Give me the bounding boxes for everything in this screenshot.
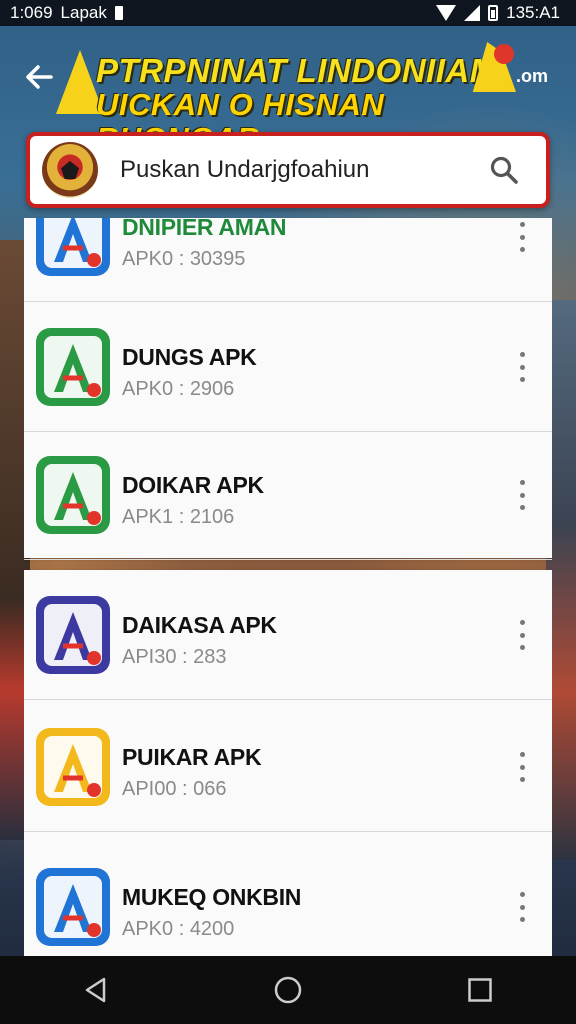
more-vert-icon [519, 904, 525, 910]
more-vert-icon [519, 222, 525, 227]
more-vert-icon [519, 777, 525, 782]
app-icon [36, 218, 110, 276]
notification-icon [114, 6, 123, 20]
battery-icon [488, 5, 499, 21]
app-name: DUNGS APK [122, 344, 257, 370]
app-name: DOIKAR APK [122, 472, 264, 498]
more-vert-icon [519, 492, 525, 498]
status-bar: 1:069 Lapak 135:A1 [0, 0, 576, 26]
app-version: APK0 : 30395 [122, 248, 246, 270]
brand-suffix: .om [516, 66, 549, 86]
app-version: APK0 : 2906 [122, 378, 235, 400]
more-vert-icon [519, 377, 525, 382]
app-name: DNIPIER AMAN [122, 218, 287, 240]
search-bar [26, 132, 550, 208]
app-version: API30 : 283 [122, 646, 227, 668]
app-version: APK0 : 4200 [122, 918, 235, 940]
search-icon [490, 156, 518, 184]
emblem-logo [42, 142, 98, 198]
banner-title-line1: PTRPNINAT LINDONIIAM [96, 52, 498, 89]
more-vert-icon [519, 632, 525, 638]
more-options-button[interactable] [512, 222, 532, 252]
signal-icon [464, 5, 481, 21]
search-input[interactable] [118, 155, 484, 185]
app-name: MUKEQ ONKBIN [122, 884, 302, 910]
circle-home-icon [274, 976, 302, 1004]
app-list-item[interactable]: DUNGS APK APK0 : 2906 [24, 304, 552, 432]
app-list-item[interactable]: DOIKAR APK APK1 : 2106 [24, 432, 552, 560]
more-vert-icon [519, 764, 525, 770]
navigation-bar [0, 956, 576, 1024]
app-name: PUIKAR APK [122, 744, 262, 770]
more-vert-icon [519, 364, 525, 370]
triangle-back-icon [85, 977, 106, 1003]
more-options-button[interactable] [512, 352, 532, 382]
brand-logo-dot [494, 44, 514, 64]
more-options-button[interactable] [512, 892, 532, 922]
search-button[interactable] [484, 150, 524, 190]
status-clock: 135:A1 [506, 3, 560, 22]
app-icon [36, 596, 110, 674]
header-banner: PTRPNINAT LINDONIIAM UICKAN O HISNAN RHO… [0, 40, 576, 156]
more-options-button[interactable] [512, 480, 532, 510]
nav-recents-button[interactable] [450, 960, 510, 1020]
app-icon [36, 456, 110, 534]
status-time: 1:069 [10, 3, 53, 22]
more-vert-icon [519, 752, 525, 757]
more-vert-icon [519, 645, 525, 650]
arrow-left-icon [26, 65, 53, 89]
more-vert-icon [519, 620, 525, 625]
app-version: APK1 : 2106 [122, 506, 235, 528]
app-list: DNIPIER AMAN APK0 : 30395 DUNGS APK APK0 : … [24, 218, 552, 956]
app-icon [36, 868, 110, 946]
more-options-button[interactable] [512, 620, 532, 650]
status-label: Lapak [60, 3, 107, 22]
app-name: DAIKASA APK [122, 612, 277, 638]
more-vert-icon [519, 480, 525, 485]
app-list-item[interactable]: DAIKASA APK API30 : 283 [24, 572, 552, 700]
square-recents-icon [468, 978, 492, 1002]
more-options-button[interactable] [512, 752, 532, 782]
more-vert-icon [519, 892, 525, 897]
wifi-icon [436, 5, 457, 21]
app-icon [36, 728, 110, 806]
more-vert-icon [519, 505, 525, 510]
app-list-item[interactable]: DNIPIER AMAN APK0 : 30395 [24, 218, 552, 302]
app-list-item[interactable]: MUKEQ ONKBIN APK0 : 4200 [24, 844, 552, 956]
nav-home-button[interactable] [258, 960, 318, 1020]
app-list-item[interactable]: PUIKAR APK API00 : 066 [24, 704, 552, 832]
more-vert-icon [519, 247, 525, 252]
nav-back-button[interactable] [66, 960, 126, 1020]
app-version: API00 : 066 [122, 778, 227, 800]
back-button[interactable] [20, 58, 58, 96]
more-vert-icon [519, 234, 525, 240]
app-icon [36, 328, 110, 406]
more-vert-icon [519, 917, 525, 922]
more-vert-icon [519, 352, 525, 357]
